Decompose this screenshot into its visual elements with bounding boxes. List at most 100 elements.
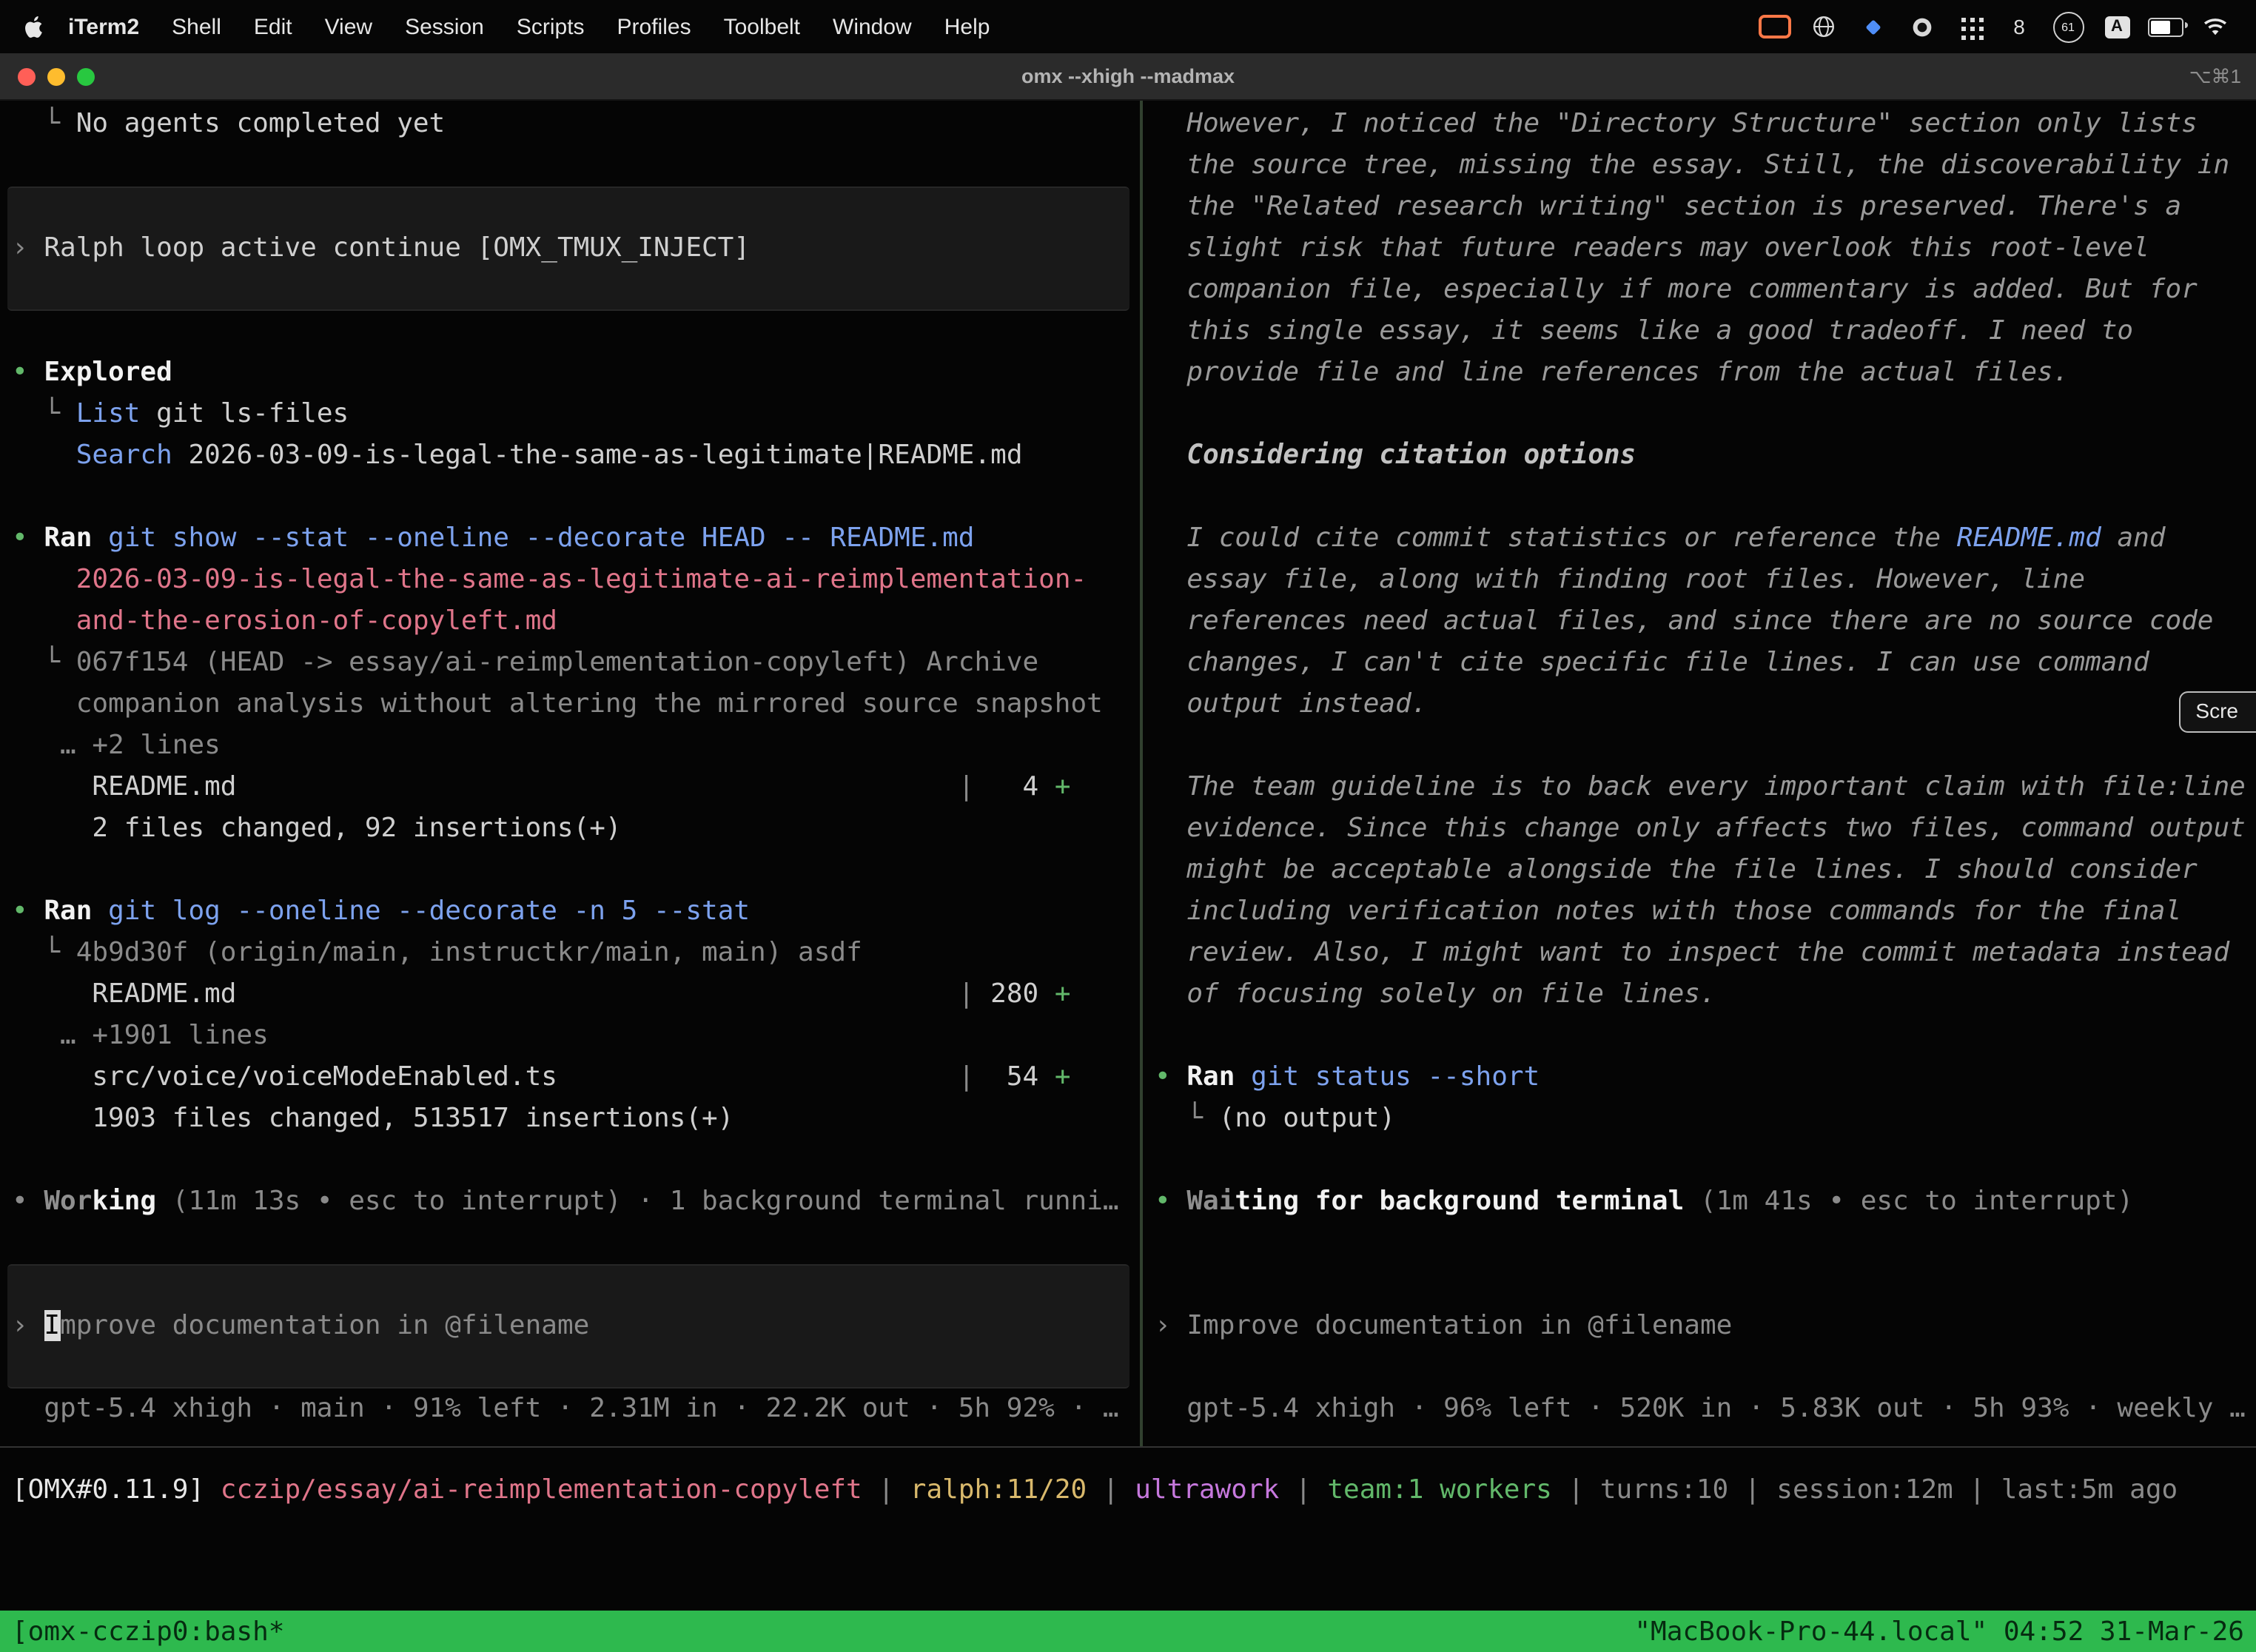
- apps-grid-icon[interactable]: [1953, 10, 1988, 43]
- window-title-bar[interactable]: omx --xhigh --madmax ⌥⌘1: [0, 53, 2256, 101]
- text-segment: … +1901 lines: [12, 1020, 269, 1051]
- battery-icon[interactable]: [2148, 10, 2183, 43]
- screen-tooltip[interactable]: Scre: [2179, 691, 2256, 733]
- terminal-line: of focusing solely on file lines.: [1155, 974, 2256, 1015]
- text-segment: git log --oneline --decorate -n 5 --stat: [108, 896, 750, 927]
- terminal-line: src/voice/voiceModeEnabled.ts | 54 +: [12, 1057, 1140, 1098]
- text-segment: •: [1155, 1186, 1186, 1217]
- terminal-line: [1155, 394, 2256, 435]
- terminal-line: 1903 files changed, 513517 insertions(+): [12, 1098, 1140, 1140]
- text-segment: provide file and line references from th…: [1155, 357, 2069, 388]
- text-segment: king: [92, 1186, 156, 1217]
- text-segment: including verification notes with those …: [1155, 896, 2181, 927]
- text-segment: |: [1728, 1474, 1776, 1505]
- wifi-icon[interactable]: [2197, 10, 2232, 43]
- terminal-line: [12, 1264, 1140, 1306]
- terminal-line: … +2 lines: [12, 725, 1140, 767]
- text-segment: [1235, 1061, 1251, 1092]
- text-segment: ting for background terminal: [1235, 1186, 1684, 1217]
- terminal-line: [12, 145, 1140, 187]
- text-segment: 1903 files changed, 513517 insertions(+): [12, 1103, 733, 1134]
- close-button[interactable]: [18, 67, 36, 85]
- menu-item-toolbelt[interactable]: Toolbelt: [708, 14, 816, 39]
- keystroke-icon[interactable]: 8: [2001, 10, 2037, 43]
- menu-item-edit[interactable]: Edit: [238, 14, 309, 39]
- text-segment: +: [1055, 1061, 1071, 1092]
- menu-item-iterm2[interactable]: iTerm2: [52, 14, 155, 39]
- text-segment: gpt-5.4 xhigh · 96% left · 520K in · 5.8…: [1155, 1393, 2246, 1424]
- minimize-button[interactable]: [47, 67, 65, 85]
- terminal-line: [1155, 1347, 2256, 1389]
- text-segment: 54: [975, 1061, 1055, 1092]
- terminal-line: companion file, especially if more comme…: [1155, 269, 2256, 311]
- terminal-line: └ No agents completed yet: [12, 104, 1140, 145]
- terminal-line: essay file, along with finding root file…: [1155, 560, 2256, 601]
- text-segment: •: [12, 523, 44, 554]
- text-segment: (11m 13s • esc to interrupt) · 1 backgro…: [156, 1186, 1118, 1217]
- text-segment: 2026-03-09-is-legal-the-same-as-legitima…: [76, 564, 1087, 595]
- apple-menu-icon[interactable]: [24, 14, 46, 39]
- text-segment: Considering citation options: [1155, 440, 1636, 471]
- text-segment: Search: [76, 440, 172, 471]
- menu-item-window[interactable]: Window: [816, 14, 928, 39]
- terminal-line: README.md | 4 +: [12, 767, 1140, 808]
- text-segment: changes, I can't cite specific file line…: [1155, 647, 2149, 678]
- terminal-line: evidence. Since this change only affects…: [1155, 808, 2256, 850]
- text-segment: git status --short: [1251, 1061, 1540, 1092]
- text-segment: Ran: [44, 523, 92, 554]
- zoom-button[interactable]: [77, 67, 95, 85]
- terminal-line: [1155, 1140, 2256, 1181]
- terminal-pane-left[interactable]: └ No agents completed yet› Ralph loop ac…: [0, 101, 1140, 1446]
- terminal-line: └ List git ls-files: [12, 394, 1140, 435]
- text-segment: [OMX#0.11.9]: [12, 1474, 221, 1505]
- globe-icon[interactable]: [1806, 10, 1842, 43]
- text-segment: +: [1055, 771, 1071, 802]
- text-segment: +: [1055, 978, 1071, 1010]
- window-shortcut-badge: ⌥⌘1: [2189, 64, 2241, 88]
- text-segment: •: [1155, 1061, 1186, 1092]
- terminal-line: 2026-03-09-is-legal-the-same-as-legitima…: [12, 560, 1140, 601]
- text-segment: Ran: [44, 896, 92, 927]
- text-segment: 067f154 (HEAD -> essay/ai-reimplementati…: [76, 647, 1038, 678]
- screen-recording-icon[interactable]: [1757, 10, 1793, 43]
- screen: iTerm2 Shell Edit View Session Scripts P…: [0, 0, 2256, 1652]
- text-segment: companion analysis without altering the …: [12, 688, 1103, 719]
- text-segment: output instead.: [1155, 688, 1427, 719]
- text-segment: •: [12, 1186, 44, 1217]
- menu-item-profiles[interactable]: Profiles: [601, 14, 708, 39]
- text-segment: Ran: [1186, 1061, 1235, 1092]
- menu-item-scripts[interactable]: Scripts: [500, 14, 601, 39]
- input-source-icon[interactable]: A: [2099, 10, 2135, 43]
- menu-item-help[interactable]: Help: [928, 14, 1007, 39]
- text-segment: this single essay, it seems like a good …: [1155, 315, 2133, 346]
- text-segment: cczip/essay/ai-reimplementation-copyleft: [221, 1474, 862, 1505]
- terminal-line: [12, 1140, 1140, 1181]
- text-segment: the "Related research writing" section i…: [1155, 191, 2181, 222]
- menu-item-shell[interactable]: Shell: [155, 14, 238, 39]
- spark-icon[interactable]: [1855, 10, 1890, 43]
- text-segment: src/voice/voiceModeEnabled.ts: [12, 1061, 557, 1092]
- text-segment: └: [1155, 1103, 1219, 1134]
- text-segment: •: [12, 357, 44, 388]
- lens-icon[interactable]: [1904, 10, 1939, 43]
- terminal-line: • Ran git status --short: [1155, 1057, 2256, 1098]
- terminal-line: changes, I can't cite specific file line…: [1155, 642, 2256, 684]
- terminal-line: [12, 477, 1140, 518]
- text-segment: └: [12, 937, 76, 968]
- tmux-session-label[interactable]: [omx-cczip0:bash*: [12, 1616, 284, 1647]
- text-segment: |: [862, 1474, 910, 1505]
- text-segment: of focusing solely on file lines.: [1155, 978, 1716, 1010]
- terminal-line: [12, 311, 1140, 352]
- terminal-line: the "Related research writing" section i…: [1155, 187, 2256, 228]
- battery-percent-icon[interactable]: 61: [2050, 10, 2086, 43]
- terminal-pane-right[interactable]: However, I noticed the "Directory Struct…: [1143, 101, 2256, 1446]
- text-segment: Ralph loop active continue [OMX_TMUX_INJ…: [44, 232, 750, 263]
- text-segment: [92, 523, 108, 554]
- text-segment: README.md: [1957, 523, 2101, 554]
- pane-divider[interactable]: [1140, 101, 1143, 1446]
- text-segment: ralph:11/20: [910, 1474, 1087, 1505]
- menu-item-session[interactable]: Session: [389, 14, 500, 39]
- text-segment: the source tree, missing the essay. Stil…: [1155, 150, 2229, 181]
- terminal-line: └ (no output): [1155, 1098, 2256, 1140]
- menu-item-view[interactable]: View: [309, 14, 389, 39]
